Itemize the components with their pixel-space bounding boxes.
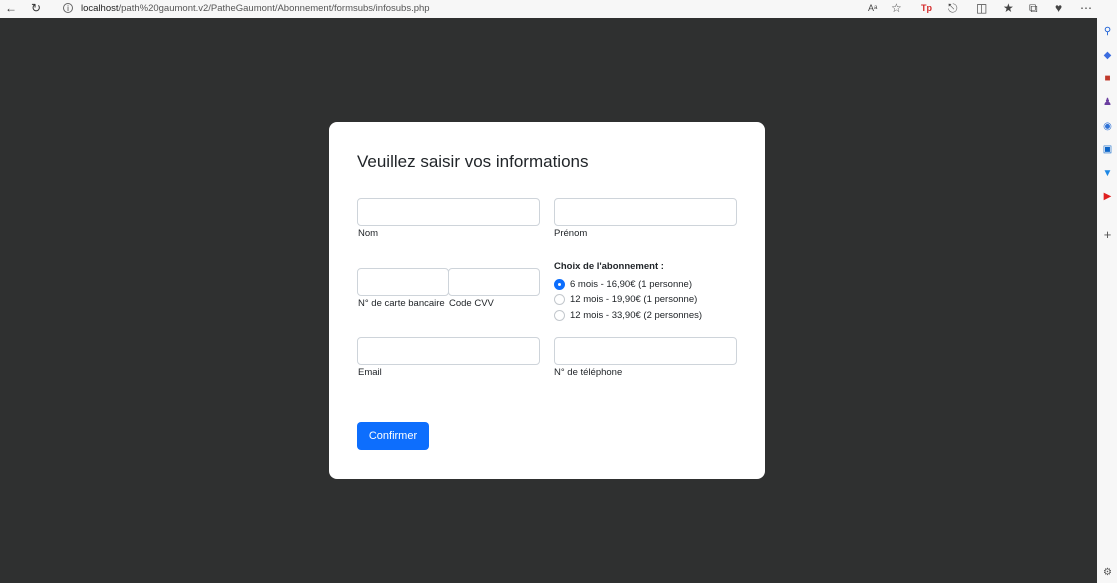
phone-label: N° de téléphone	[554, 367, 623, 378]
games-icon[interactable]: ♟	[1102, 97, 1113, 108]
extensions-icon[interactable]: ⎋	[948, 1, 958, 16]
search-icon[interactable]: ⚲	[1102, 26, 1113, 37]
settings-icon[interactable]: ⚙	[1102, 567, 1113, 578]
address-bar[interactable]: localhost/path%20gaumont.v2/PatheGaumont…	[81, 3, 430, 14]
tp-extension-icon[interactable]: Tp	[921, 3, 932, 13]
collections-icon[interactable]: ⧉	[1029, 1, 1038, 16]
subscription-option-label: 12 mois - 19,90€ (1 personne)	[570, 294, 698, 305]
refresh-icon[interactable]: ↻	[31, 1, 41, 15]
favorites-icon[interactable]: ★	[1003, 1, 1014, 15]
subscription-option-label: 6 mois - 16,90€ (1 personne)	[570, 279, 692, 290]
radio-button[interactable]	[554, 279, 565, 290]
confirm-button[interactable]: Confirmer	[357, 422, 429, 450]
cvv-input[interactable]	[448, 268, 540, 296]
url-host: localhost	[81, 3, 119, 14]
split-screen-icon[interactable]: ◫	[976, 1, 987, 15]
nom-label: Nom	[358, 228, 379, 239]
subscription-title: Choix de l'abonnement :	[554, 261, 664, 272]
shopping-icon[interactable]: ◆	[1102, 50, 1113, 61]
subscription-option[interactable]: 6 mois - 16,90€ (1 personne)	[554, 278, 692, 291]
radio-button[interactable]	[554, 294, 565, 305]
card-number-input[interactable]	[357, 268, 449, 296]
nom-input[interactable]	[357, 198, 540, 226]
cvv-label: Code CVV	[449, 298, 494, 309]
more-icon[interactable]: ⋯	[1080, 1, 1092, 15]
browser-essentials-icon[interactable]: ♥	[1055, 1, 1062, 15]
prenom-input[interactable]	[554, 198, 737, 226]
phone-input[interactable]	[554, 337, 737, 365]
browser-sidebar: ⚲ ◆ ■ ♟ ◉ ▣ ▼ ▶ + ⚙	[1097, 0, 1117, 583]
office-icon[interactable]: ◉	[1102, 121, 1113, 132]
read-aloud-icon[interactable]: Aᵃ	[868, 3, 877, 13]
radio-button[interactable]	[554, 310, 565, 321]
add-icon[interactable]: +	[1102, 228, 1113, 241]
email-label: Email	[358, 367, 382, 378]
back-icon[interactable]: ←	[5, 1, 17, 15]
subscription-option-label: 12 mois - 33,90€ (2 personnes)	[570, 310, 703, 321]
favorite-icon[interactable]: ☆	[891, 1, 902, 15]
tools-icon[interactable]: ■	[1102, 73, 1113, 84]
drop-icon[interactable]: ▼	[1102, 168, 1113, 179]
card-number-label: N° de carte bancaire	[358, 298, 445, 309]
browser-toolbar: ← ↻ i localhost/path%20gaumont.v2/PatheG…	[0, 0, 1113, 18]
youtube-icon[interactable]: ▶	[1102, 191, 1113, 202]
email-input[interactable]	[357, 337, 540, 365]
prenom-label: Prénom	[554, 228, 588, 239]
subscription-option[interactable]: 12 mois - 19,90€ (1 personne)	[554, 293, 697, 306]
subscription-form-card: Veuillez saisir vos informations Nom Pré…	[329, 122, 765, 479]
form-title: Veuillez saisir vos informations	[357, 152, 589, 171]
url-path: /path%20gaumont.v2/PatheGaumont/Abonneme…	[118, 3, 430, 14]
subscription-option[interactable]: 12 mois - 33,90€ (2 personnes)	[554, 309, 702, 322]
outlook-icon[interactable]: ▣	[1102, 144, 1113, 155]
info-icon[interactable]: i	[63, 3, 73, 13]
